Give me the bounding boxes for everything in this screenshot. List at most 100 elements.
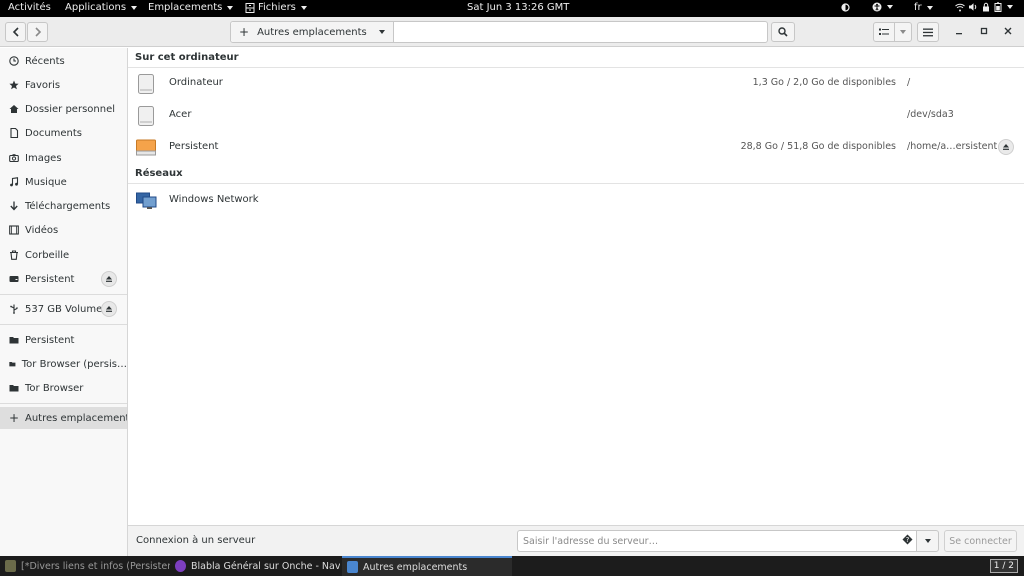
connect-label: Connexion à un serveur (136, 535, 256, 546)
device-space: 1,3 Go / 2,0 Go de disponibles (752, 77, 896, 88)
device-row-acer[interactable]: Acer /dev/sda3 (128, 100, 1024, 130)
minimize-button[interactable] (955, 25, 963, 38)
folder-icon (9, 385, 19, 392)
applications-label: Applications (65, 2, 127, 13)
sidebar-item-persistent-drive[interactable]: Persistent (0, 268, 127, 290)
taskbar-item-files[interactable]: Autres emplacements (342, 556, 512, 576)
device-name: Acer (169, 109, 192, 120)
help-icon[interactable]: ? (902, 534, 913, 545)
usb-icon (10, 304, 18, 314)
volume-icon (969, 3, 977, 11)
sidebar-item-label: 537 GB Volume (25, 303, 103, 315)
wifi-icon (955, 3, 965, 11)
task-label: [*Divers liens et infos (Persistent – … (21, 560, 170, 572)
sidebar-item-starred[interactable]: Favoris (0, 74, 127, 96)
taskbar-item-browser[interactable]: Blabla Général sur Onche - Naviga… (170, 556, 340, 576)
device-mount-path: /dev/sda3 (907, 109, 954, 120)
task-label: Blabla Général sur Onche - Naviga… (191, 560, 340, 572)
folder-icon (9, 337, 19, 344)
close-icon (1004, 27, 1012, 35)
download-icon (10, 201, 18, 211)
places-label: Emplacements (148, 2, 223, 13)
sidebar-item-other-locations[interactable]: + Autres emplacements (0, 407, 127, 429)
chevron-left-icon (12, 27, 19, 37)
star-icon (9, 80, 19, 90)
back-button[interactable] (5, 22, 26, 42)
device-name: Ordinateur (169, 77, 223, 88)
sidebar-item-label: Tor Browser (persis… (21, 358, 127, 370)
location-label: Autres emplacements (257, 26, 367, 38)
clock[interactable]: Sat Jun 3 13:26 GMT (467, 2, 569, 13)
accessibility-menu[interactable] (872, 2, 893, 12)
system-menu[interactable] (955, 2, 1013, 12)
accessibility-icon (872, 2, 882, 12)
files-app-menu[interactable]: Fichiers (245, 2, 307, 13)
sidebar-item-bookmark-tor[interactable]: Tor Browser (0, 377, 127, 399)
network-name: Windows Network (169, 194, 259, 205)
svg-text:?: ? (906, 536, 910, 544)
section-divider (128, 183, 1024, 184)
chevron-down-icon (926, 5, 933, 10)
chevron-down-icon (924, 539, 931, 543)
sidebar-item-bookmark-persistent[interactable]: Persistent (0, 329, 127, 351)
taskbar: [*Divers liens et infos (Persistent – … … (0, 556, 1024, 576)
sidebar-item-downloads[interactable]: Téléchargements (0, 195, 127, 217)
places-menu[interactable]: Emplacements (148, 2, 234, 13)
sidebar-item-pictures[interactable]: Images (0, 147, 127, 169)
path-bar[interactable]: + Autres emplacements (230, 21, 768, 43)
eject-button[interactable] (101, 301, 117, 317)
close-window-button[interactable] (1004, 25, 1012, 38)
forward-button[interactable] (27, 22, 48, 42)
eject-button[interactable] (998, 139, 1014, 155)
device-row-persistent[interactable]: Persistent 28,8 Go / 51,8 Go de disponib… (128, 132, 1024, 162)
sidebar-item-label: Récents (25, 55, 65, 67)
chevron-down-icon (900, 30, 906, 34)
search-button[interactable] (771, 22, 795, 42)
sidebar-item-label: Persistent (25, 273, 75, 285)
maximize-button[interactable] (980, 25, 988, 38)
device-mount-path: /home/a…ersistent (907, 141, 998, 152)
taskbar-item-editor[interactable]: [*Divers liens et infos (Persistent – … (0, 556, 170, 576)
task-label: Autres emplacements (363, 561, 468, 573)
view-options-button[interactable] (894, 22, 912, 42)
path-current-location[interactable]: + Autres emplacements (231, 22, 394, 42)
activities-button[interactable]: Activités (8, 2, 51, 13)
server-address-input[interactable] (517, 530, 917, 552)
network-row-windows[interactable]: Windows Network (128, 185, 1024, 215)
sidebar-item-label: Documents (25, 127, 83, 139)
battery-icon (994, 2, 1002, 12)
home-icon (9, 105, 19, 113)
sidebar-item-recent[interactable]: Récents (0, 50, 127, 72)
sidebar-item-videos[interactable]: Vidéos (0, 219, 127, 241)
tor-status-icon[interactable] (841, 2, 850, 12)
sidebar-item-home[interactable]: Dossier personnel (0, 98, 127, 120)
document-icon (10, 128, 19, 138)
server-history-dropdown[interactable] (916, 530, 939, 552)
sidebar-item-trash[interactable]: Corbeille (0, 244, 127, 266)
device-name: Persistent (169, 141, 219, 152)
sidebar-item-music[interactable]: Musique (0, 171, 127, 193)
sidebar-item-documents[interactable]: Documents (0, 122, 127, 144)
workspace-pager[interactable]: 1 / 2 (989, 559, 1018, 573)
sidebar-separator (0, 324, 127, 325)
activities-label: Activités (8, 2, 51, 13)
chevron-down-icon (131, 5, 138, 10)
main-menu-button[interactable] (917, 22, 939, 42)
file-cabinet-icon (245, 2, 255, 13)
camera-icon (9, 154, 19, 163)
clock-label: Sat Jun 3 13:26 GMT (467, 2, 570, 13)
sidebar-item-bookmark-tor-persistent[interactable]: Tor Browser (persis… (0, 353, 127, 375)
maximize-icon (980, 27, 988, 35)
view-toggle-button[interactable] (873, 22, 895, 42)
chevron-down-icon (227, 5, 234, 10)
section-title-computer: Sur cet ordinateur (135, 52, 239, 63)
device-row-computer[interactable]: Ordinateur 1,3 Go / 2,0 Go de disponible… (128, 68, 1024, 98)
applications-menu[interactable]: Applications (65, 2, 138, 13)
language-menu[interactable]: fr (914, 2, 933, 13)
sidebar-item-label: Vidéos (25, 224, 59, 236)
eject-icon (106, 276, 112, 282)
connect-button[interactable]: Se connecter (944, 530, 1017, 552)
sidebar-item-volume[interactable]: 537 GB Volume (0, 298, 127, 320)
eject-button[interactable] (101, 271, 117, 287)
files-icon (347, 561, 358, 573)
